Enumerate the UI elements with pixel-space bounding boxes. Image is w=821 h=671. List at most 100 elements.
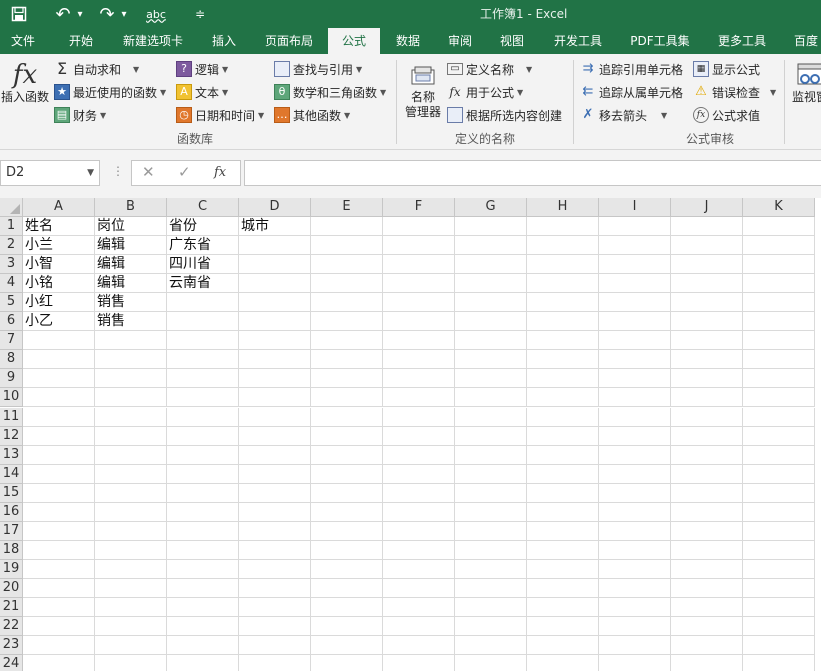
row-header-2[interactable]: 2	[0, 236, 23, 256]
tab-developer[interactable]: 开发工具	[544, 28, 612, 54]
cell-e17[interactable]	[311, 521, 383, 541]
cell-j16[interactable]	[671, 502, 743, 522]
cell-k2[interactable]	[743, 236, 815, 256]
cell-k8[interactable]	[743, 350, 815, 370]
tab-file[interactable]: 文件	[0, 28, 46, 54]
math-trig-button[interactable]: θ 数学和三角函数 ▼	[274, 82, 386, 102]
evaluate-formula-button[interactable]: fx 公式求值	[693, 105, 760, 125]
cell-g9[interactable]	[455, 369, 527, 389]
cell-i4[interactable]	[599, 274, 671, 294]
cell-j21[interactable]	[671, 598, 743, 618]
cell-e22[interactable]	[311, 617, 383, 637]
cell-g5[interactable]	[455, 293, 527, 313]
row-header-15[interactable]: 15	[0, 483, 23, 503]
cell-h13[interactable]	[527, 445, 599, 465]
cell-k16[interactable]	[743, 502, 815, 522]
row-header-16[interactable]: 16	[0, 502, 23, 522]
cell-b6[interactable]: 销售	[95, 312, 167, 332]
cell-k14[interactable]	[743, 464, 815, 484]
cell-e18[interactable]	[311, 540, 383, 560]
name-manager-button[interactable]: 名称 管理器	[402, 64, 444, 120]
cell-i8[interactable]	[599, 350, 671, 370]
cell-k5[interactable]	[743, 293, 815, 313]
cell-c1[interactable]: 省份	[167, 217, 239, 237]
cell-i11[interactable]	[599, 407, 671, 427]
cell-d4[interactable]	[239, 274, 311, 294]
cell-c14[interactable]	[167, 464, 239, 484]
tab-data[interactable]: 数据	[386, 28, 430, 54]
row-header-1[interactable]: 1	[0, 217, 23, 237]
cell-i17[interactable]	[599, 521, 671, 541]
cell-d1[interactable]: 城市	[239, 217, 311, 237]
cell-d13[interactable]	[239, 445, 311, 465]
cell-k15[interactable]	[743, 483, 815, 503]
cell-f12[interactable]	[383, 426, 455, 446]
cell-f1[interactable]	[383, 217, 455, 237]
cell-f2[interactable]	[383, 236, 455, 256]
cell-a7[interactable]	[23, 331, 95, 351]
row-header-22[interactable]: 22	[0, 617, 23, 637]
cell-k9[interactable]	[743, 369, 815, 389]
cell-d6[interactable]	[239, 312, 311, 332]
cell-d7[interactable]	[239, 331, 311, 351]
cell-h10[interactable]	[527, 388, 599, 408]
cell-i18[interactable]	[599, 540, 671, 560]
row-header-12[interactable]: 12	[0, 426, 23, 446]
cell-c11[interactable]	[167, 407, 239, 427]
cell-b9[interactable]	[95, 369, 167, 389]
cell-k6[interactable]	[743, 312, 815, 332]
cell-a14[interactable]	[23, 464, 95, 484]
cell-j24[interactable]	[671, 655, 743, 671]
cell-j20[interactable]	[671, 578, 743, 598]
cell-c3[interactable]: 四川省	[167, 255, 239, 275]
cell-f8[interactable]	[383, 350, 455, 370]
cell-k18[interactable]	[743, 540, 815, 560]
cell-c17[interactable]	[167, 521, 239, 541]
column-header-c[interactable]: C	[167, 198, 239, 217]
cell-h11[interactable]	[527, 407, 599, 427]
cell-f6[interactable]	[383, 312, 455, 332]
cell-j17[interactable]	[671, 521, 743, 541]
cell-i6[interactable]	[599, 312, 671, 332]
column-header-b[interactable]: B	[95, 198, 167, 217]
cell-c9[interactable]	[167, 369, 239, 389]
cell-e10[interactable]	[311, 388, 383, 408]
cell-g4[interactable]	[455, 274, 527, 294]
cell-c19[interactable]	[167, 559, 239, 579]
cell-i3[interactable]	[599, 255, 671, 275]
cell-a9[interactable]	[23, 369, 95, 389]
cell-h8[interactable]	[527, 350, 599, 370]
cell-c4[interactable]: 云南省	[167, 274, 239, 294]
cell-b11[interactable]	[95, 407, 167, 427]
cell-b1[interactable]: 岗位	[95, 217, 167, 237]
insert-function-icon[interactable]: fx	[214, 165, 226, 180]
cell-d18[interactable]	[239, 540, 311, 560]
trace-precedents-button[interactable]: ⇉ 追踪引用单元格	[580, 59, 683, 79]
formula-bar-resize-handle[interactable]: ⋮	[112, 164, 124, 178]
cell-a16[interactable]	[23, 502, 95, 522]
cell-f16[interactable]	[383, 502, 455, 522]
cell-g11[interactable]	[455, 407, 527, 427]
cell-e8[interactable]	[311, 350, 383, 370]
cell-g21[interactable]	[455, 598, 527, 618]
cell-h5[interactable]	[527, 293, 599, 313]
cell-j23[interactable]	[671, 636, 743, 656]
column-header-f[interactable]: F	[383, 198, 455, 217]
cell-h7[interactable]	[527, 331, 599, 351]
cell-f24[interactable]	[383, 655, 455, 671]
cell-g23[interactable]	[455, 636, 527, 656]
tab-baidu[interactable]: 百度	[786, 28, 821, 54]
formula-input[interactable]	[244, 160, 821, 186]
cell-d15[interactable]	[239, 483, 311, 503]
cell-c23[interactable]	[167, 636, 239, 656]
cell-j13[interactable]	[671, 445, 743, 465]
error-checking-button[interactable]: ⚠ 错误检查 ▼	[693, 82, 776, 102]
cell-a21[interactable]	[23, 598, 95, 618]
cell-j5[interactable]	[671, 293, 743, 313]
row-header-8[interactable]: 8	[0, 350, 23, 370]
tab-view[interactable]: 视图	[490, 28, 534, 54]
cell-b14[interactable]	[95, 464, 167, 484]
cell-k1[interactable]	[743, 217, 815, 237]
cell-j22[interactable]	[671, 617, 743, 637]
cell-a2[interactable]: 小兰	[23, 236, 95, 256]
